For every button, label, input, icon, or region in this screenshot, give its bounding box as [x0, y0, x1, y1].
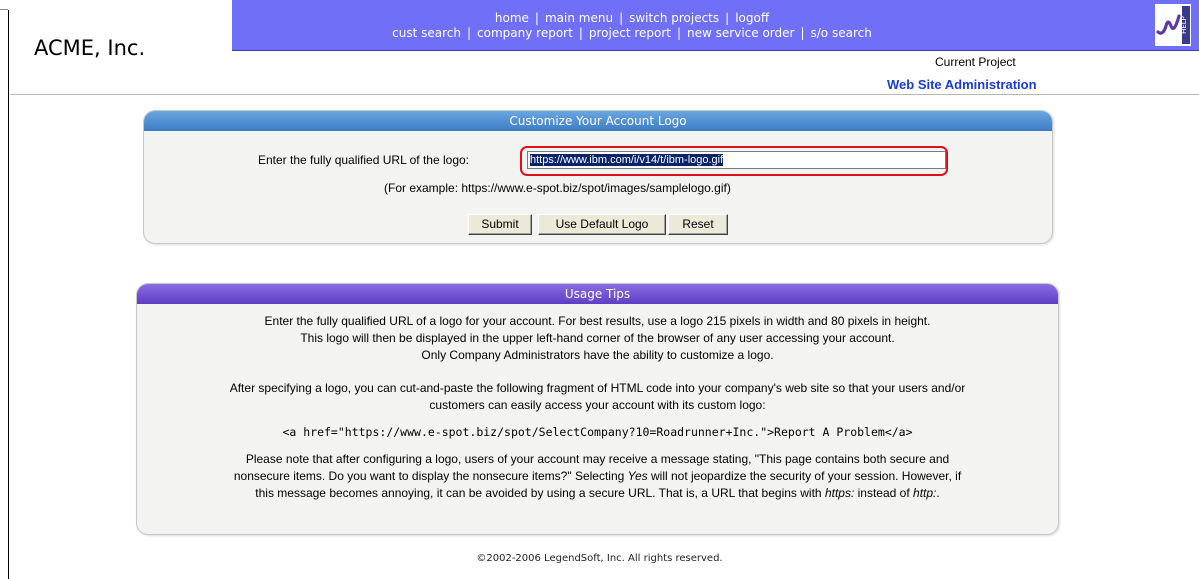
nav-cust-search-link[interactable]: cust search — [392, 26, 461, 40]
logo-url-label: Enter the fully qualified URL of the log… — [258, 153, 470, 167]
reset-button[interactable]: Reset — [668, 214, 728, 235]
help-label: HELP — [1180, 16, 1188, 34]
usage-tips-panel: Usage Tips Enter the fully qualified URL… — [136, 283, 1059, 535]
url-highlight-annotation — [520, 146, 948, 176]
tips-line: Enter the fully qualified URL of a logo … — [264, 314, 931, 328]
tips-line: nonsecure items. Do you want to display … — [233, 469, 962, 483]
current-project-label: Current Project — [935, 55, 1016, 69]
tips-line: Please note that after configuring a log… — [245, 452, 950, 466]
nav-logoff-link[interactable]: logoff — [735, 11, 769, 25]
header-divider — [10, 94, 1199, 95]
tips-line: this message becomes annoying, it can be… — [255, 486, 940, 500]
window-border — [8, 10, 9, 579]
submit-button[interactable]: Submit — [468, 214, 532, 235]
nav-project-report-link[interactable]: project report — [589, 26, 671, 40]
usage-tips-title: Usage Tips — [137, 284, 1058, 304]
nav-main-menu-link[interactable]: main menu — [545, 11, 613, 25]
window-corner — [0, 0, 8, 10]
company-logo: ACME, Inc. — [10, 0, 232, 94]
logo-url-example: (For example: https://www.e-spot.biz/spo… — [384, 181, 731, 195]
top-nav-bar: home | main menu | switch projects | logoff cu… — [232, 0, 1199, 51]
use-default-logo-button[interactable]: Use Default Logo — [538, 214, 666, 235]
tips-line: After specifying a logo, you can cut-and… — [229, 381, 966, 395]
tips-line: Only Company Administrators have the abi… — [421, 348, 774, 362]
customize-logo-panel: Customize Your Account Logo Enter the fu… — [143, 110, 1053, 244]
nav-new-service-order-link[interactable]: new service order — [687, 26, 794, 40]
tips-line: customers can easily access your account… — [429, 398, 766, 412]
help-icon[interactable]: HELP — [1155, 4, 1191, 46]
nav-home-link[interactable]: home — [495, 11, 529, 25]
copyright-footer: ©2002-2006 LegendSoft, Inc. All rights r… — [476, 553, 723, 564]
nav-row-2: cust search | company report | project repor… — [392, 26, 872, 40]
usage-tips-body: Enter the fully qualified URL of a logo … — [137, 313, 1058, 502]
company-name: ACME, Inc. — [34, 36, 146, 60]
nav-company-report-link[interactable]: company report — [477, 26, 573, 40]
nav-row-1: home | main menu | switch projects | logoff — [494, 11, 770, 25]
tips-line: This logo will then be displayed in the … — [300, 331, 895, 345]
html-code-snippet: <a href="https://www.e-spot.biz/spot/Sel… — [282, 425, 913, 439]
nav-switch-projects-link[interactable]: switch projects — [629, 11, 719, 25]
nav-so-search-link[interactable]: s/o search — [811, 26, 872, 40]
current-project-link[interactable]: Web Site Administration — [887, 77, 1037, 92]
customize-logo-title: Customize Your Account Logo — [144, 111, 1052, 131]
